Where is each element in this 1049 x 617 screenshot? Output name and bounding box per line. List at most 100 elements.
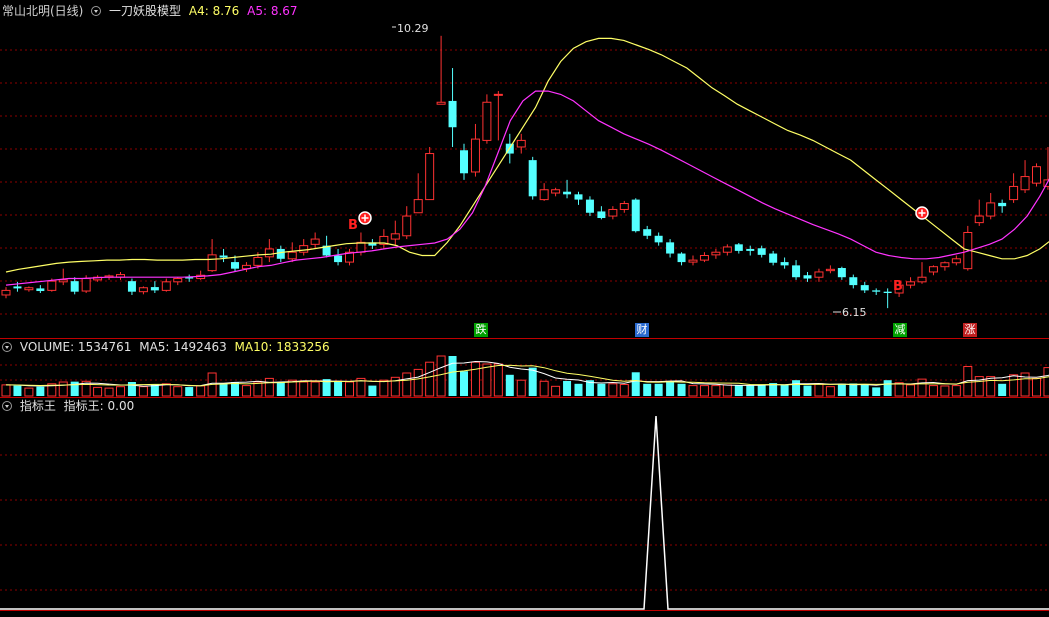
candle-body bbox=[539, 189, 549, 201]
volume-bar bbox=[264, 377, 274, 397]
candle-body bbox=[127, 281, 136, 292]
candle-body bbox=[769, 253, 778, 263]
tag-fall[interactable]: 跌 bbox=[474, 323, 488, 337]
volume-bar bbox=[849, 383, 858, 396]
volume-bar bbox=[539, 380, 549, 397]
volume-bar bbox=[746, 385, 755, 396]
volume-bar bbox=[757, 384, 766, 396]
candle-body bbox=[425, 153, 435, 201]
candle-body bbox=[974, 215, 984, 224]
candle-body bbox=[58, 279, 68, 283]
tag-rise[interactable]: 涨 bbox=[963, 323, 977, 337]
candle-body bbox=[677, 253, 686, 263]
volume-bar bbox=[368, 385, 377, 396]
volume-ma5-line bbox=[5, 360, 1049, 387]
volume-bar bbox=[528, 367, 537, 396]
volume-bar bbox=[36, 386, 45, 396]
candle-body bbox=[276, 248, 285, 259]
candle-body bbox=[883, 291, 892, 294]
volume-bar bbox=[276, 382, 285, 396]
volume-bar bbox=[666, 380, 675, 396]
candle-body bbox=[906, 281, 916, 286]
volume-bar bbox=[253, 381, 263, 397]
candle-body bbox=[699, 255, 709, 261]
volume-bar bbox=[951, 385, 961, 397]
candle-body bbox=[1, 289, 11, 296]
candle-body bbox=[551, 189, 561, 194]
tag-finance[interactable]: 财 bbox=[635, 323, 649, 337]
volume-bar bbox=[654, 383, 663, 396]
candle-body bbox=[792, 265, 801, 278]
candle-body bbox=[516, 139, 526, 148]
volume-bar bbox=[780, 384, 789, 396]
volume-bar bbox=[1009, 374, 1019, 397]
candle-body bbox=[1020, 176, 1030, 191]
volume-bar bbox=[883, 380, 892, 396]
volume-bar bbox=[711, 385, 721, 397]
candle-body bbox=[390, 233, 400, 240]
candle-body bbox=[47, 280, 57, 291]
candle-body bbox=[299, 245, 309, 253]
candle-body bbox=[24, 287, 34, 291]
candle-body bbox=[688, 259, 698, 263]
volume-bar bbox=[58, 381, 68, 397]
volume-bar bbox=[814, 383, 824, 397]
volume-bar bbox=[116, 386, 125, 397]
volume-bar bbox=[161, 383, 171, 397]
candle-body bbox=[711, 251, 721, 256]
candle-body bbox=[70, 281, 79, 292]
volume-bar bbox=[928, 385, 938, 397]
candle-body bbox=[734, 244, 743, 251]
indicator-line bbox=[0, 415, 1049, 610]
candle-body bbox=[608, 208, 618, 217]
volume-bar bbox=[460, 371, 468, 396]
volume-bar bbox=[196, 385, 206, 397]
volume-bar bbox=[299, 381, 309, 397]
candle-body bbox=[528, 160, 537, 197]
volume-bar bbox=[631, 372, 640, 396]
candle-body bbox=[207, 254, 217, 272]
candle-body bbox=[825, 268, 835, 272]
candle-body bbox=[597, 211, 606, 219]
candle-body bbox=[493, 93, 503, 96]
candle-body bbox=[264, 248, 274, 258]
candle-body bbox=[631, 199, 640, 232]
volume-bar bbox=[986, 376, 996, 397]
candle-body bbox=[757, 248, 766, 255]
candle-body bbox=[928, 266, 938, 273]
volume-bar bbox=[379, 379, 389, 397]
candle-body bbox=[746, 248, 755, 251]
volume-bar bbox=[241, 385, 251, 397]
volume-bar bbox=[608, 383, 618, 397]
volume-bar bbox=[825, 386, 835, 397]
candle-body bbox=[780, 262, 789, 266]
volume-bar bbox=[597, 383, 606, 396]
volume-bar bbox=[699, 385, 709, 397]
candle-body bbox=[460, 150, 468, 174]
buy-signal-b: B bbox=[348, 218, 358, 233]
volume-bar bbox=[138, 386, 148, 397]
candle-body bbox=[619, 203, 629, 210]
tag-reduce[interactable]: 减 bbox=[893, 323, 907, 337]
candle-body bbox=[81, 278, 91, 292]
candle-body bbox=[837, 268, 846, 278]
candle-body bbox=[310, 238, 320, 245]
volume-bar bbox=[734, 385, 743, 396]
volume-bar bbox=[917, 378, 927, 397]
buy-signal-b: B bbox=[893, 279, 903, 294]
stock-chart-window: 常山北明(日线) 一刀妖股模型 A4: 8.76 A5: 8.67 VOLUME… bbox=[0, 0, 1049, 617]
candle-body bbox=[482, 101, 492, 141]
volume-bar bbox=[688, 385, 698, 397]
volume-bar bbox=[998, 383, 1007, 396]
volume-bar bbox=[906, 384, 916, 397]
volume-bar bbox=[1032, 377, 1041, 397]
candle-body bbox=[253, 256, 263, 266]
candle-body bbox=[173, 278, 183, 283]
volume-bar bbox=[436, 355, 446, 397]
candle-body bbox=[585, 199, 594, 213]
price-chart-area[interactable] bbox=[0, 0, 1049, 617]
candle-body bbox=[334, 255, 343, 263]
volume-bar bbox=[643, 383, 652, 396]
volume-bar bbox=[894, 382, 904, 397]
volume-bar bbox=[345, 381, 354, 397]
